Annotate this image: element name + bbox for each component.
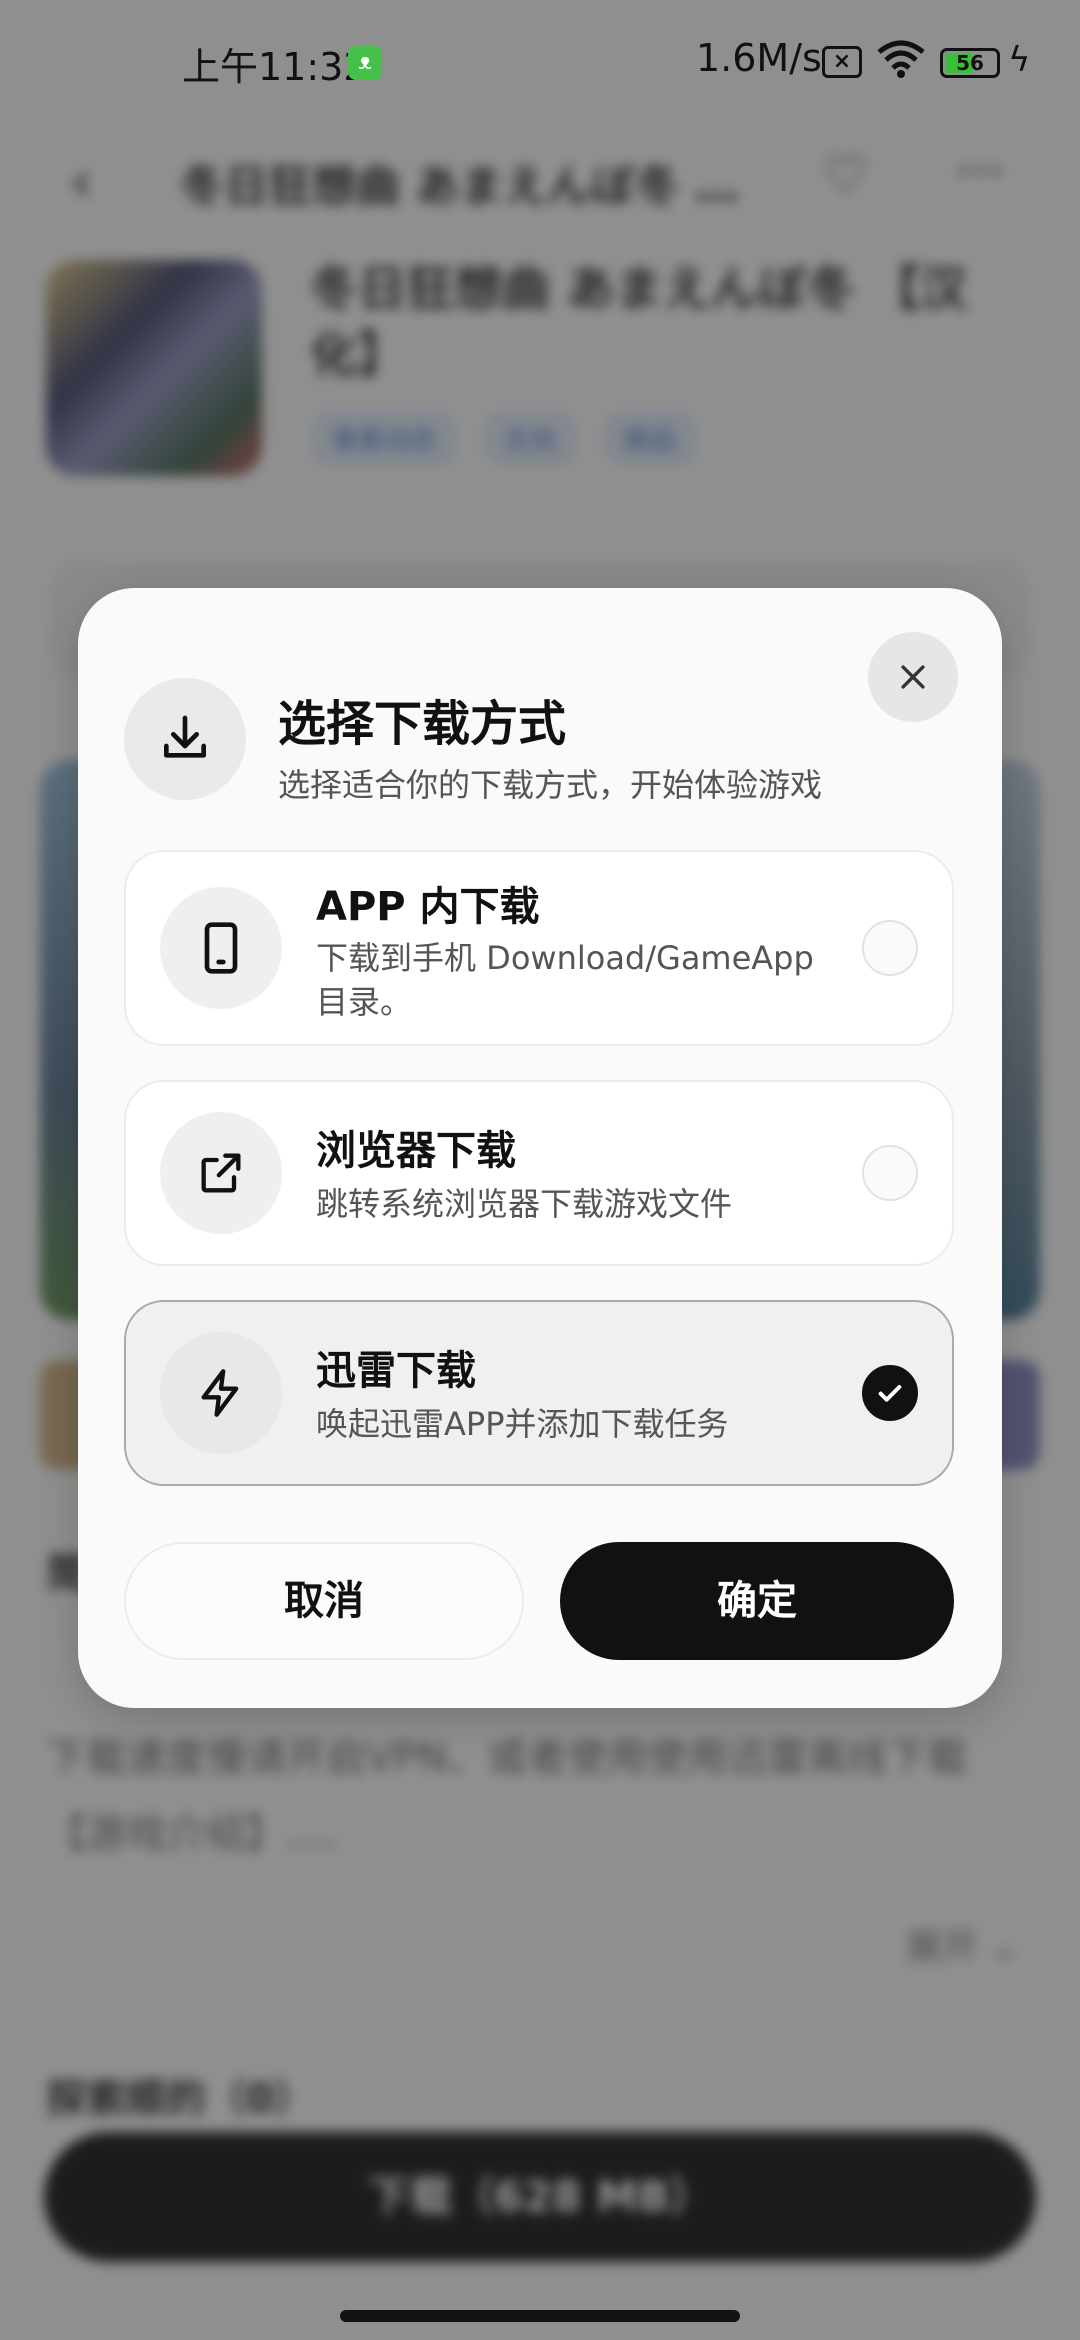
radio-button-checked[interactable] [862,1365,918,1421]
option-title: APP 内下载 [316,884,540,930]
option-in-app-download[interactable]: APP 内下载 下载到手机 Download/GameApp 目录。 [124,850,954,1046]
sim-x-icon: × [822,46,862,78]
close-icon [901,665,925,689]
lightning-icon [160,1332,282,1454]
cat-app-icon: ᴥ [348,46,382,80]
dialog-subtitle: 选择适合你的下载方式，开始体验游戏 [278,766,823,804]
option-title: 浏览器下载 [316,1128,516,1174]
option-title: 迅雷下载 [316,1348,476,1394]
battery-level: 56 [956,51,984,75]
close-button[interactable] [868,632,958,722]
option-desc: 下载到手机 Download/GameApp 目录。 [316,939,814,1021]
cancel-button[interactable]: 取消 [124,1542,524,1660]
download-method-dialog: 选择下载方式 选择适合你的下载方式，开始体验游戏 APP 内下载 下载到手机 D… [78,588,1002,1708]
clock: 上午11:32 [182,45,368,89]
battery-icon: 56 [940,48,1000,78]
dialog-title: 选择下载方式 [278,696,567,752]
option-desc: 唤起迅雷APP并添加下载任务 [316,1405,729,1443]
network-speed: 1.6M/s [696,36,822,80]
option-browser-download[interactable]: 浏览器下载 跳转系统浏览器下载游戏文件 [124,1080,954,1266]
screen: ‹ 冬日狂想曲 あまえんぼ冬 … ♡ ··· 冬日狂想曲 あまえんぼ冬 【汉化】… [0,0,1080,2340]
external-link-icon [160,1112,282,1234]
checkmark-icon [878,1385,902,1402]
option-desc: 跳转系统浏览器下载游戏文件 [316,1185,733,1223]
download-icon [124,678,246,800]
wifi-icon [876,38,926,88]
confirm-button[interactable]: 确定 [560,1542,954,1660]
status-bar: 上午11:32 ᴥ 1.6M/s × 56 ϟ [0,0,1080,128]
phone-icon [160,887,282,1009]
radio-button[interactable] [862,1145,918,1201]
home-indicator[interactable] [340,2310,740,2322]
option-xunlei-download[interactable]: 迅雷下载 唤起迅雷APP并添加下载任务 [124,1300,954,1486]
charging-icon: ϟ [1008,40,1031,80]
radio-button[interactable] [862,920,918,976]
